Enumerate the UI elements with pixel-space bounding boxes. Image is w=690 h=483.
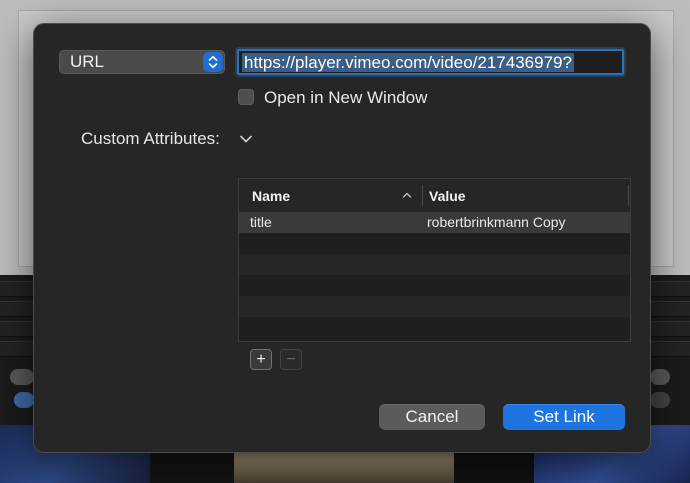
column-divider — [422, 185, 423, 206]
empty-row — [239, 296, 630, 317]
custom-attributes-table: Name Value title robertbrinkmann Copy — [238, 178, 631, 342]
column-header-name[interactable]: Name — [252, 188, 290, 204]
link-type-popup[interactable]: URL — [59, 50, 225, 74]
chevron-down-icon[interactable] — [239, 134, 253, 144]
timeline-pill — [10, 369, 34, 385]
table-header: Name Value — [239, 179, 630, 213]
remove-attribute-button[interactable]: − — [280, 349, 302, 370]
url-selected-text: https://player.vimeo.com/video/217436979… — [242, 53, 574, 72]
timeline-pill — [650, 369, 670, 385]
empty-row — [239, 254, 630, 275]
timeline-pill — [650, 392, 670, 408]
table-row[interactable]: title robertbrinkmann Copy — [239, 212, 630, 233]
empty-row — [239, 317, 630, 338]
column-header-value[interactable]: Value — [429, 188, 466, 204]
empty-row — [239, 233, 630, 254]
custom-attributes-label: Custom Attributes: — [81, 129, 220, 148]
sort-ascending-icon — [402, 192, 412, 198]
link-dialog: URL https://player.vimeo.com/video/21743… — [33, 23, 651, 453]
timeline-pill — [14, 392, 34, 408]
attribute-value-cell: robertbrinkmann Copy — [427, 214, 566, 230]
column-divider — [628, 185, 629, 206]
link-type-label: URL — [70, 52, 105, 71]
open-new-window-label: Open in New Window — [264, 88, 428, 107]
url-input[interactable]: https://player.vimeo.com/video/217436979… — [237, 49, 624, 75]
cancel-button[interactable]: Cancel — [379, 404, 485, 430]
open-new-window-checkbox[interactable] — [238, 89, 254, 105]
set-link-button[interactable]: Set Link — [503, 404, 625, 430]
attribute-name-cell: title — [250, 214, 272, 230]
add-attribute-button[interactable]: + — [250, 349, 272, 370]
empty-row — [239, 275, 630, 296]
up-down-chevron-icon[interactable] — [203, 52, 223, 72]
